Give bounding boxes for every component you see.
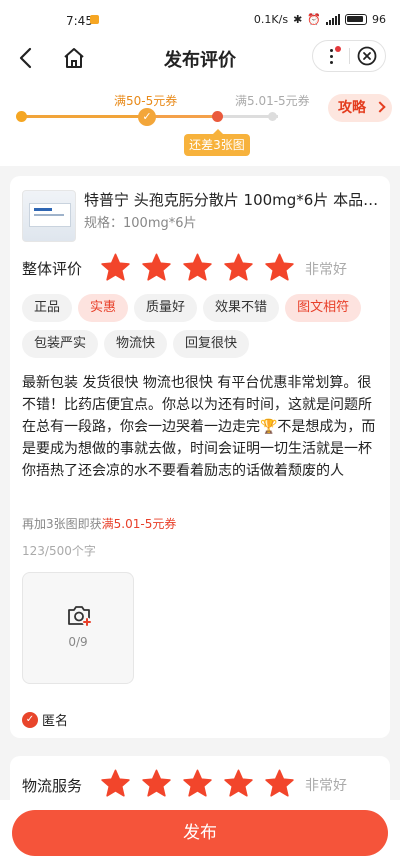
- logistics-star-icon[interactable]: [141, 768, 172, 799]
- notification-dot-icon: [335, 46, 341, 52]
- strategy-button[interactable]: 攻略: [328, 94, 392, 122]
- upload-count: 0/9: [68, 635, 88, 649]
- strategy-label: 攻略: [338, 100, 366, 116]
- product-spec: 规格：100mg*6片: [84, 216, 197, 231]
- review-tag[interactable]: 实惠: [78, 294, 129, 322]
- overall-star-icon[interactable]: [223, 252, 254, 283]
- overall-star-rating: [100, 252, 295, 283]
- progress-current-dot: [212, 111, 223, 122]
- anonymous-label: 匿名: [42, 714, 69, 729]
- status-indicators: 0.1K/s ✱ ⏰ 96: [254, 13, 386, 26]
- progress-start-dot: [16, 111, 27, 122]
- overall-star-icon[interactable]: [182, 252, 213, 283]
- logistics-star-icon[interactable]: [264, 768, 295, 799]
- review-tag[interactable]: 正品: [22, 294, 73, 322]
- overall-rating-label: 整体评价: [22, 260, 83, 278]
- logistics-star-icon[interactable]: [182, 768, 213, 799]
- overall-rating-text: 非常好: [305, 262, 347, 278]
- review-tag[interactable]: 质量好: [134, 294, 198, 322]
- review-card: 特普宁 头孢克肟分散片 100mg*6片 本品… 规格：100mg*6片 整体评…: [10, 176, 390, 738]
- coupon-progress: 满50-5元券 满5.01-5元券 ✓ 还差3张图 攻略: [0, 80, 400, 166]
- alarm-icon: ⏰: [307, 13, 321, 26]
- upload-photo-button[interactable]: 0/9: [22, 572, 134, 684]
- bottom-bar: 发布: [0, 800, 400, 867]
- char-count: 123/500个字: [22, 544, 96, 558]
- logistics-star-icon[interactable]: [100, 768, 131, 799]
- product-image: [22, 190, 76, 242]
- overall-star-icon[interactable]: [100, 252, 131, 283]
- close-icon: [357, 46, 377, 66]
- network-speed: 0.1K/s: [253, 13, 289, 26]
- review-tag[interactable]: 回复很快: [173, 330, 250, 358]
- progress-tip: 还差3张图: [184, 129, 250, 156]
- review-tags: 正品 实惠 质量好 效果不错 图文相符包装严实 物流快 回复很快: [22, 294, 382, 358]
- battery-level: 96: [372, 13, 386, 26]
- review-tag[interactable]: 物流快: [104, 330, 168, 358]
- nav-bar: 发布评价: [0, 36, 400, 80]
- overall-star-icon[interactable]: [264, 252, 295, 283]
- status-bar: 7:45 0.1K/s ✱ ⏰ 96: [0, 0, 400, 40]
- photo-bonus-hint: 再加3张图即获满5.01-5元券: [22, 515, 176, 532]
- review-tag[interactable]: 效果不错: [203, 294, 280, 322]
- product-name: 特普宁 头孢克肟分散片 100mg*6片 本品…: [84, 191, 379, 209]
- check-icon: ✓: [22, 711, 38, 728]
- progress-track-done: [22, 115, 148, 118]
- review-tag[interactable]: 图文相符: [285, 294, 362, 322]
- camera-add-icon: [68, 606, 92, 627]
- progress-end-dot: [268, 112, 277, 121]
- progress-track-current: [148, 115, 218, 118]
- checkmark-icon: ✓: [138, 108, 156, 126]
- more-button[interactable]: [313, 41, 349, 71]
- bonus-coupon: 满5.01-5元券: [101, 517, 177, 531]
- overall-star-icon[interactable]: [141, 252, 172, 283]
- anonymous-checkbox[interactable]: ✓ 匿名: [22, 710, 68, 729]
- bonus-prefix: 再加3张图即获: [22, 517, 102, 531]
- coupon-next-label: 满5.01-5元券: [235, 94, 310, 108]
- logistics-star-rating: [100, 768, 295, 799]
- battery-icon: [345, 14, 367, 25]
- review-text[interactable]: 最新包装 发货很快 物流也很快 有平台优惠非常划算。很不错！比药店便宜点。你总以…: [22, 372, 378, 482]
- notification-icon: [90, 15, 99, 24]
- review-tag[interactable]: 包装严实: [22, 330, 99, 358]
- logistics-rating-text: 非常好: [305, 778, 347, 794]
- signal-icon: [326, 14, 340, 25]
- status-time: 7:45: [66, 14, 93, 28]
- chevron-right-icon: [374, 101, 386, 113]
- logistics-star-icon[interactable]: [223, 768, 254, 799]
- coupon-reached-label: 满50-5元券: [114, 94, 178, 108]
- publish-button[interactable]: 发布: [12, 810, 388, 856]
- bluetooth-icon: ✱: [293, 13, 303, 26]
- mini-program-capsule: [312, 40, 386, 72]
- close-button[interactable]: [349, 41, 385, 71]
- logistics-label: 物流服务: [22, 777, 83, 795]
